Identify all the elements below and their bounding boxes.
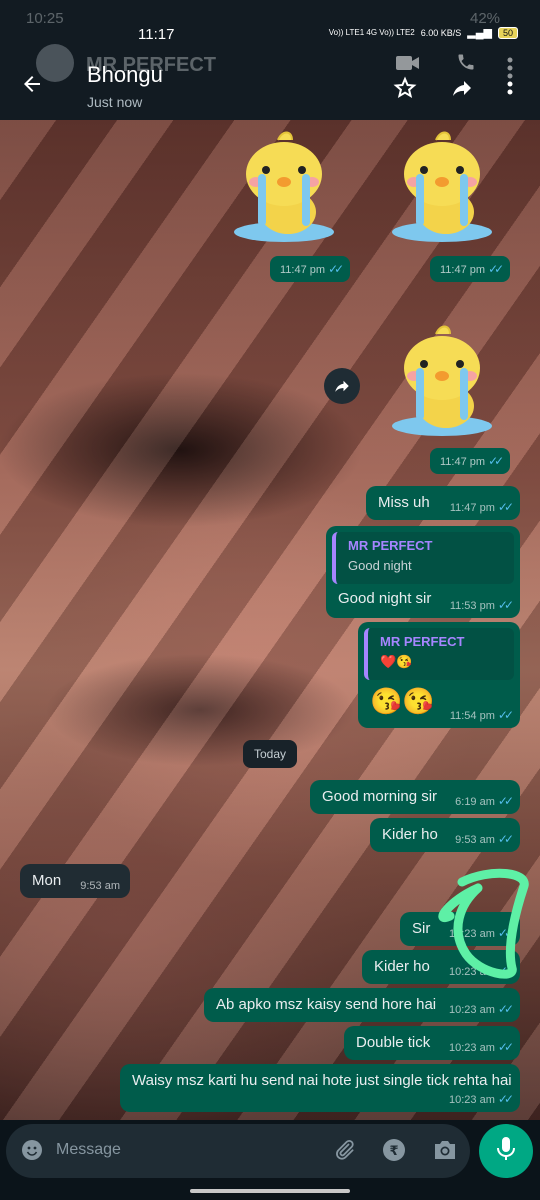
crying-duck-sticker[interactable]	[232, 128, 336, 244]
message-text: Ab apko msz kaisy send hore hai	[216, 996, 437, 1013]
message-meta: 11:54 pm ✓✓	[449, 708, 514, 722]
read-ticks-icon: ✓✓	[497, 500, 514, 514]
message-time: 9:53 am	[80, 880, 120, 892]
message-time: 11:53 pm	[449, 600, 495, 612]
message-text: Waisy msz karti hu send nai hote just si…	[132, 1072, 512, 1089]
signal-icon: ▂▄▆	[467, 27, 492, 39]
message-composer[interactable]: Message ₹	[6, 1124, 470, 1178]
message-emoji: 😘😘	[370, 686, 435, 716]
read-ticks-icon: ✓✓	[488, 454, 504, 468]
read-ticks-icon: ✓✓	[497, 1040, 514, 1054]
home-gesture-handle[interactable]	[190, 1189, 350, 1193]
message-text: Mon	[32, 872, 62, 889]
scribble-annotation	[438, 868, 529, 979]
read-ticks-icon: ✓✓	[497, 708, 514, 722]
message-meta: 10:23 am ✓✓	[449, 1040, 514, 1054]
forward-message-button[interactable]	[324, 368, 360, 404]
quoted-author: MR PERFECT	[380, 634, 465, 649]
back-arrow-icon[interactable]	[20, 72, 44, 103]
outgoing-message[interactable]: Ab apko msz kaisy send hore hai 10:23 am…	[204, 988, 520, 1022]
quoted-author: MR PERFECT	[348, 538, 433, 553]
status-icons: Vo)) LTE1 4G Vo)) LTE2 6.00 KB/S ▂▄▆ 50	[329, 26, 518, 39]
sticker-time-text: 11:47 pm	[280, 264, 326, 276]
status-bar: 11:17 Vo)) LTE1 4G Vo)) LTE2 6.00 KB/S ▂…	[0, 0, 540, 48]
last-seen: Just now	[87, 94, 143, 110]
contact-name[interactable]: Bhongu	[87, 62, 163, 88]
read-ticks-icon: ✓✓	[328, 262, 344, 276]
svg-text:₹: ₹	[389, 1144, 398, 1159]
battery-icon: 50	[497, 26, 518, 39]
message-input[interactable]: Message	[56, 1141, 121, 1159]
network-label: Vo)) LTE1 4G Vo)) LTE2	[328, 28, 415, 37]
forward-icon[interactable]	[450, 76, 474, 106]
voice-call-icon[interactable]	[456, 52, 476, 78]
attach-icon[interactable]	[332, 1138, 356, 1168]
message-time: 10:23 am	[449, 1004, 495, 1016]
message-text: Kider ho	[382, 826, 438, 843]
sticker-time: 11:47 pm ✓✓	[430, 448, 511, 474]
message-time: 11:47 pm	[449, 502, 495, 514]
quoted-message[interactable]: MR PERFECT ❤️😘	[364, 628, 514, 680]
sticker-time: 11:47 pm ✓✓	[430, 256, 511, 282]
quoted-message[interactable]: MR PERFECT Good night	[332, 532, 514, 584]
video-call-icon[interactable]	[396, 52, 420, 78]
camera-icon[interactable]	[432, 1138, 458, 1168]
star-icon[interactable]	[393, 76, 417, 106]
date-divider: Today	[243, 740, 297, 768]
incoming-message[interactable]: Mon 9:53 am	[20, 864, 130, 898]
message-text: Miss uh	[378, 494, 430, 511]
outgoing-message[interactable]: Double tick 10:23 am ✓✓	[344, 1026, 520, 1060]
sticker-time: 11:47 pm ✓✓	[270, 256, 351, 282]
message-time: 11:54 pm	[449, 710, 495, 722]
sticker-time-text: 11:47 pm	[440, 264, 486, 276]
message-meta: 11:53 pm ✓✓	[449, 598, 514, 612]
net-speed: 6.00 KB/S	[420, 27, 462, 38]
quoted-text: Good night	[348, 558, 412, 573]
microphone-icon	[495, 1136, 517, 1167]
outgoing-message[interactable]: Kider ho 9:53 am ✓✓	[370, 818, 520, 852]
read-ticks-icon: ✓✓	[488, 262, 504, 276]
outgoing-reply-message[interactable]: MR PERFECT ❤️😘 😘😘 11:54 pm ✓✓	[358, 622, 520, 728]
message-meta: 11:47 pm ✓✓	[449, 500, 514, 514]
crying-duck-sticker[interactable]	[390, 128, 494, 244]
outgoing-message[interactable]: Good morning sir 6:19 am ✓✓	[310, 780, 520, 814]
voice-record-button[interactable]	[479, 1124, 533, 1178]
read-ticks-icon: ✓✓	[497, 598, 514, 612]
more-options-icon[interactable]	[506, 56, 514, 104]
message-meta: 10:23 am ✓✓	[449, 1092, 514, 1106]
outgoing-message[interactable]: Waisy msz karti hu send nai hote just si…	[120, 1064, 520, 1112]
outgoing-message[interactable]: Miss uh 11:47 pm ✓✓	[366, 486, 520, 520]
read-ticks-icon: ✓✓	[497, 1092, 514, 1106]
chat-header: Bhongu Just now	[0, 48, 540, 120]
read-ticks-icon: ✓✓	[497, 1002, 514, 1016]
message-time: 10:23 am	[449, 1042, 495, 1054]
message-meta: 9:53 am	[80, 880, 120, 892]
message-meta: 10:23 am ✓✓	[449, 1002, 514, 1016]
message-meta: 6:19 am ✓✓	[455, 794, 514, 808]
read-ticks-icon: ✓✓	[497, 794, 514, 808]
message-time: 6:19 am	[455, 796, 495, 808]
sticker-time-text: 11:47 pm	[440, 456, 486, 468]
status-time: 11:17	[138, 26, 175, 43]
message-text: Good night sir	[338, 590, 432, 607]
message-meta: 9:53 am ✓✓	[455, 832, 514, 846]
message-text: Good morning sir	[322, 788, 438, 805]
quoted-text: ❤️😘	[380, 654, 413, 669]
message-time: 10:23 am	[449, 1094, 495, 1106]
message-text: Double tick	[356, 1034, 431, 1051]
message-time: 9:53 am	[455, 834, 495, 846]
outgoing-reply-message[interactable]: MR PERFECT Good night Good night sir 11:…	[326, 526, 520, 618]
rupee-payment-icon[interactable]: ₹	[382, 1138, 406, 1168]
emoji-icon[interactable]	[20, 1138, 44, 1168]
crying-duck-sticker[interactable]	[390, 322, 494, 438]
read-ticks-icon: ✓✓	[497, 832, 514, 846]
